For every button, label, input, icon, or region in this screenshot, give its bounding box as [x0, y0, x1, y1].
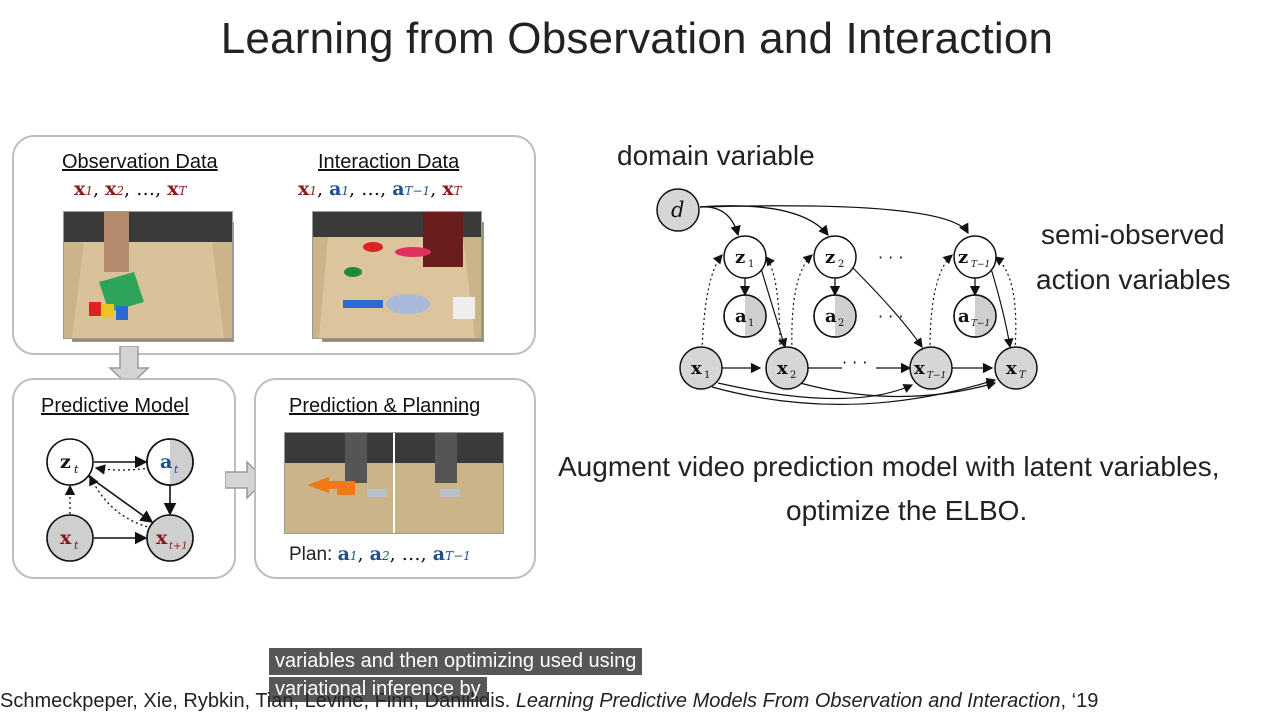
svg-text:T−1: T−1	[927, 371, 946, 381]
svg-text:t+1: t+1	[169, 541, 188, 552]
svg-text:2: 2	[838, 259, 844, 270]
node-x-t1: x	[156, 527, 168, 549]
node-z-t: z	[60, 451, 71, 473]
citation-paper-title: Learning Predictive Models From Observat…	[515, 690, 1061, 712]
plan-line: Plan: a1, a2, …, aT−1	[289, 543, 471, 565]
observation-data-title: Observation Data	[62, 151, 218, 173]
node-x-t: x	[60, 527, 72, 549]
svg-text:1: 1	[748, 318, 754, 329]
citation-year: , ‘19	[1060, 690, 1099, 712]
ellipsis-x: · · ·	[842, 353, 867, 372]
ellipsis-a: · · ·	[878, 307, 903, 326]
semi-observed-label-line1: semi-observed	[1041, 219, 1225, 250]
description-line1: Augment video prediction model with late…	[558, 451, 1220, 482]
node-a1: a	[735, 306, 747, 327]
interaction-image	[312, 211, 482, 339]
svg-text:t: t	[174, 463, 179, 476]
svg-text:t: t	[74, 539, 79, 552]
node-xT-1: x	[914, 358, 925, 379]
observation-image	[63, 211, 233, 339]
node-x1: x	[691, 358, 702, 379]
node-z2: z	[825, 247, 835, 268]
semi-observed-label-line2: action variables	[1036, 264, 1231, 295]
description-line2: optimize the ELBO.	[786, 495, 1028, 526]
node-xT: x	[1006, 358, 1017, 379]
node-x2: x	[777, 358, 788, 379]
svg-text:1: 1	[748, 259, 754, 270]
svg-text:t: t	[74, 463, 79, 476]
prediction-image	[284, 432, 504, 534]
svg-text:T−1: T−1	[971, 260, 990, 270]
domain-variable-label: domain variable	[617, 140, 815, 171]
svg-text:T−1: T−1	[971, 319, 990, 329]
graphical-model: d z 1 z 2 z T−1 a 1 a 2 a T−1 x 1 x 2 x …	[656, 188, 1038, 405]
prediction-planning-title: Prediction & Planning	[289, 395, 481, 417]
citation: Schmeckpeper, Xie, Rybkin, Tian, Levine,…	[0, 690, 1098, 713]
svg-text:1: 1	[704, 370, 710, 381]
node-zT-1: z	[958, 247, 968, 268]
video-caption-line2: variational inference by	[269, 677, 487, 702]
video-caption-line1: variables and then optimizing used using	[269, 648, 643, 675]
node-a2: a	[825, 306, 837, 327]
observation-sequence: x1, x2, …, xT	[74, 178, 187, 200]
ellipsis-z: · · ·	[878, 248, 903, 267]
svg-text:2: 2	[790, 370, 796, 381]
node-a-t: a	[160, 451, 172, 473]
predictive-model-title: Predictive Model	[41, 395, 189, 417]
interaction-data-title: Interaction Data	[318, 151, 460, 173]
node-z1: z	[735, 247, 745, 268]
slide-title: Learning from Observation and Interactio…	[220, 14, 1054, 63]
predictive-model-graph: z t a t x t x t+1	[46, 438, 194, 562]
plan-label: Plan:	[289, 544, 333, 565]
node-d: d	[671, 198, 684, 222]
svg-text:2: 2	[838, 318, 844, 329]
node-aT-1: a	[958, 306, 970, 327]
interaction-sequence: x1, a1, …, aT−1, xT	[298, 178, 462, 200]
